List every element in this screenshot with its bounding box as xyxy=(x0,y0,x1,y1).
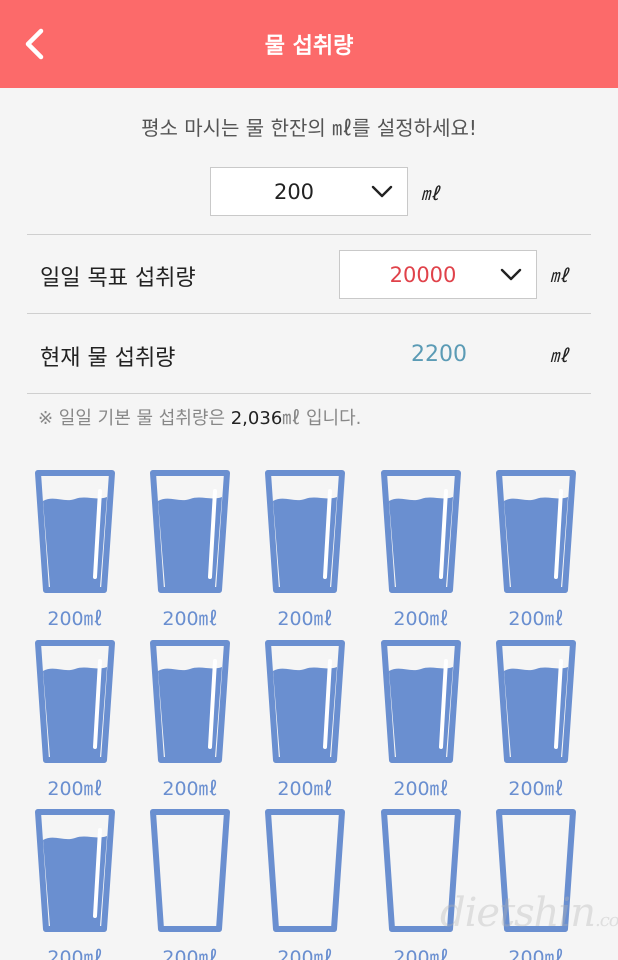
note-unit: ㎖ xyxy=(282,408,301,429)
water-cup-filled[interactable]: 200㎖ xyxy=(34,808,116,960)
cup-amount-label: 200㎖ xyxy=(277,778,333,800)
current-intake-value: 2200 xyxy=(411,342,467,367)
cup-icon xyxy=(150,640,230,763)
cup-amount-label: 200㎖ xyxy=(508,778,564,800)
divider xyxy=(27,393,591,394)
note-amount: 2,036 xyxy=(230,408,283,429)
cup-icon xyxy=(265,809,345,932)
cup-icon xyxy=(381,470,461,593)
daily-goal-label: 일일 목표 섭취량 xyxy=(40,266,196,291)
water-cup-filled[interactable]: 200㎖ xyxy=(264,469,346,630)
water-cup-filled[interactable]: 200㎖ xyxy=(380,639,462,800)
back-button[interactable] xyxy=(14,24,54,64)
cup-icon xyxy=(265,640,345,763)
current-intake-label: 현재 물 섭취량 xyxy=(40,346,176,371)
cup-grid: 200㎖ 200㎖ 200㎖ 200㎖ 200㎖ 200㎖ 200㎖ 200㎖ … xyxy=(0,0,618,960)
cup-amount-label: 200㎖ xyxy=(393,608,449,630)
cup-amount-label: 200㎖ xyxy=(47,947,103,960)
cup-icon xyxy=(496,470,576,593)
chevron-down-icon xyxy=(371,185,393,197)
cup-amount-label: 200㎖ xyxy=(393,947,449,960)
cup-icon xyxy=(35,470,115,593)
cup-size-select[interactable]: 200 xyxy=(210,167,408,216)
water-cup-empty[interactable]: 200㎖ xyxy=(264,808,346,960)
cup-icon xyxy=(150,809,230,932)
cup-size-unit: ㎖ xyxy=(421,184,439,205)
cup-amount-label: 200㎖ xyxy=(162,947,218,960)
cup-icon xyxy=(381,640,461,763)
cup-icon xyxy=(496,640,576,763)
cup-icon xyxy=(150,470,230,593)
water-cup-filled[interactable]: 200㎖ xyxy=(380,469,462,630)
cup-icon xyxy=(265,470,345,593)
current-intake-unit: ㎖ xyxy=(550,346,568,367)
cup-amount-label: 200㎖ xyxy=(162,778,218,800)
cup-amount-label: 200㎖ xyxy=(47,778,103,800)
cup-icon xyxy=(35,809,115,932)
divider xyxy=(27,234,591,235)
chevron-down-icon xyxy=(500,268,522,280)
page-title: 물 섭취량 xyxy=(264,34,354,59)
header-bar: 물 섭취량 xyxy=(0,0,618,88)
cup-amount-label: 200㎖ xyxy=(277,947,333,960)
water-cup-filled[interactable]: 200㎖ xyxy=(495,469,577,630)
watermark-logo: dietshin.com xyxy=(440,890,618,936)
cup-amount-label: 200㎖ xyxy=(277,608,333,630)
water-cup-filled[interactable]: 200㎖ xyxy=(495,639,577,800)
note-prefix: ※ 일일 기본 물 섭취량은 xyxy=(38,408,231,429)
water-cup-filled[interactable]: 200㎖ xyxy=(149,469,231,630)
water-cup-filled[interactable]: 200㎖ xyxy=(264,639,346,800)
cup-amount-label: 200㎖ xyxy=(393,778,449,800)
water-cup-filled[interactable]: 200㎖ xyxy=(34,469,116,630)
divider xyxy=(27,313,591,314)
daily-goal-unit: ㎖ xyxy=(550,266,568,287)
cup-amount-label: 200㎖ xyxy=(508,608,564,630)
water-cup-empty[interactable]: 200㎖ xyxy=(149,808,231,960)
cup-amount-label: 200㎖ xyxy=(162,608,218,630)
cup-amount-label: 200㎖ xyxy=(508,947,564,960)
cup-amount-label: 200㎖ xyxy=(47,608,103,630)
water-cup-filled[interactable]: 200㎖ xyxy=(34,639,116,800)
default-intake-note: ※ 일일 기본 물 섭취량은 2,036㎖ 입니다. xyxy=(38,404,361,430)
daily-goal-select[interactable]: 20000 xyxy=(339,250,537,299)
note-suffix: 입니다. xyxy=(300,408,362,429)
instruction-text: 평소 마시는 물 한잔의 ㎖를 설정하세요! xyxy=(141,116,477,140)
cup-icon xyxy=(35,640,115,763)
chevron-left-icon xyxy=(25,28,44,60)
water-cup-filled[interactable]: 200㎖ xyxy=(149,639,231,800)
